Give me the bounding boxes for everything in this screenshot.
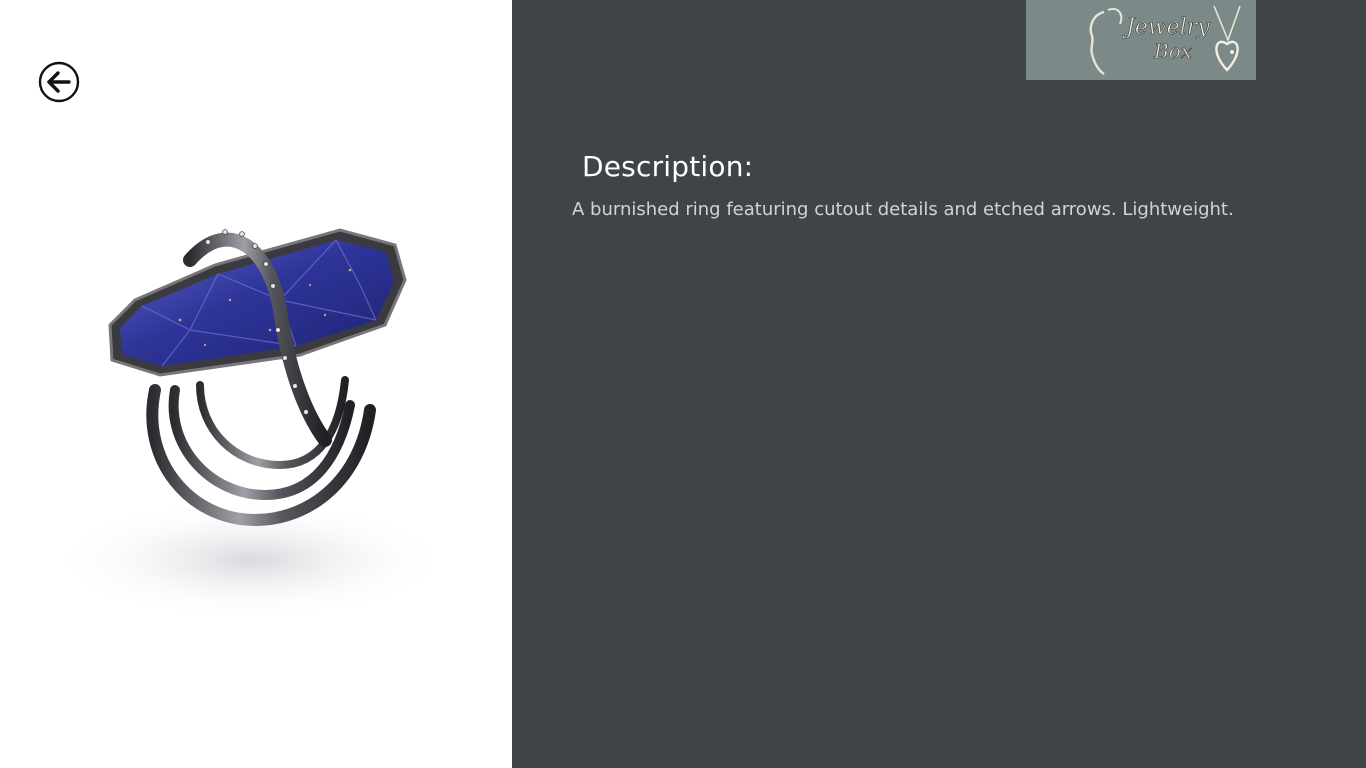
jewelry-box-logo-graphic: Jewelry Box	[1089, 5, 1241, 75]
product-details-pane: Jewelry Box Description: A burnished rin…	[512, 0, 1366, 768]
back-button[interactable]	[38, 61, 80, 103]
svg-text:Jewelry: Jewelry	[1122, 15, 1210, 40]
back-arrow-circle-icon	[38, 61, 80, 103]
description-heading: Description:	[582, 150, 754, 183]
description-text: A burnished ring featuring cutout detail…	[572, 199, 1234, 220]
app-root: Jewelry Box Description: A burnished rin…	[0, 0, 1366, 768]
svg-text:Box: Box	[1153, 39, 1192, 63]
product-image	[50, 228, 450, 620]
jewelry-box-logo: Jewelry Box	[1026, 0, 1256, 80]
product-image-pane	[0, 0, 512, 768]
